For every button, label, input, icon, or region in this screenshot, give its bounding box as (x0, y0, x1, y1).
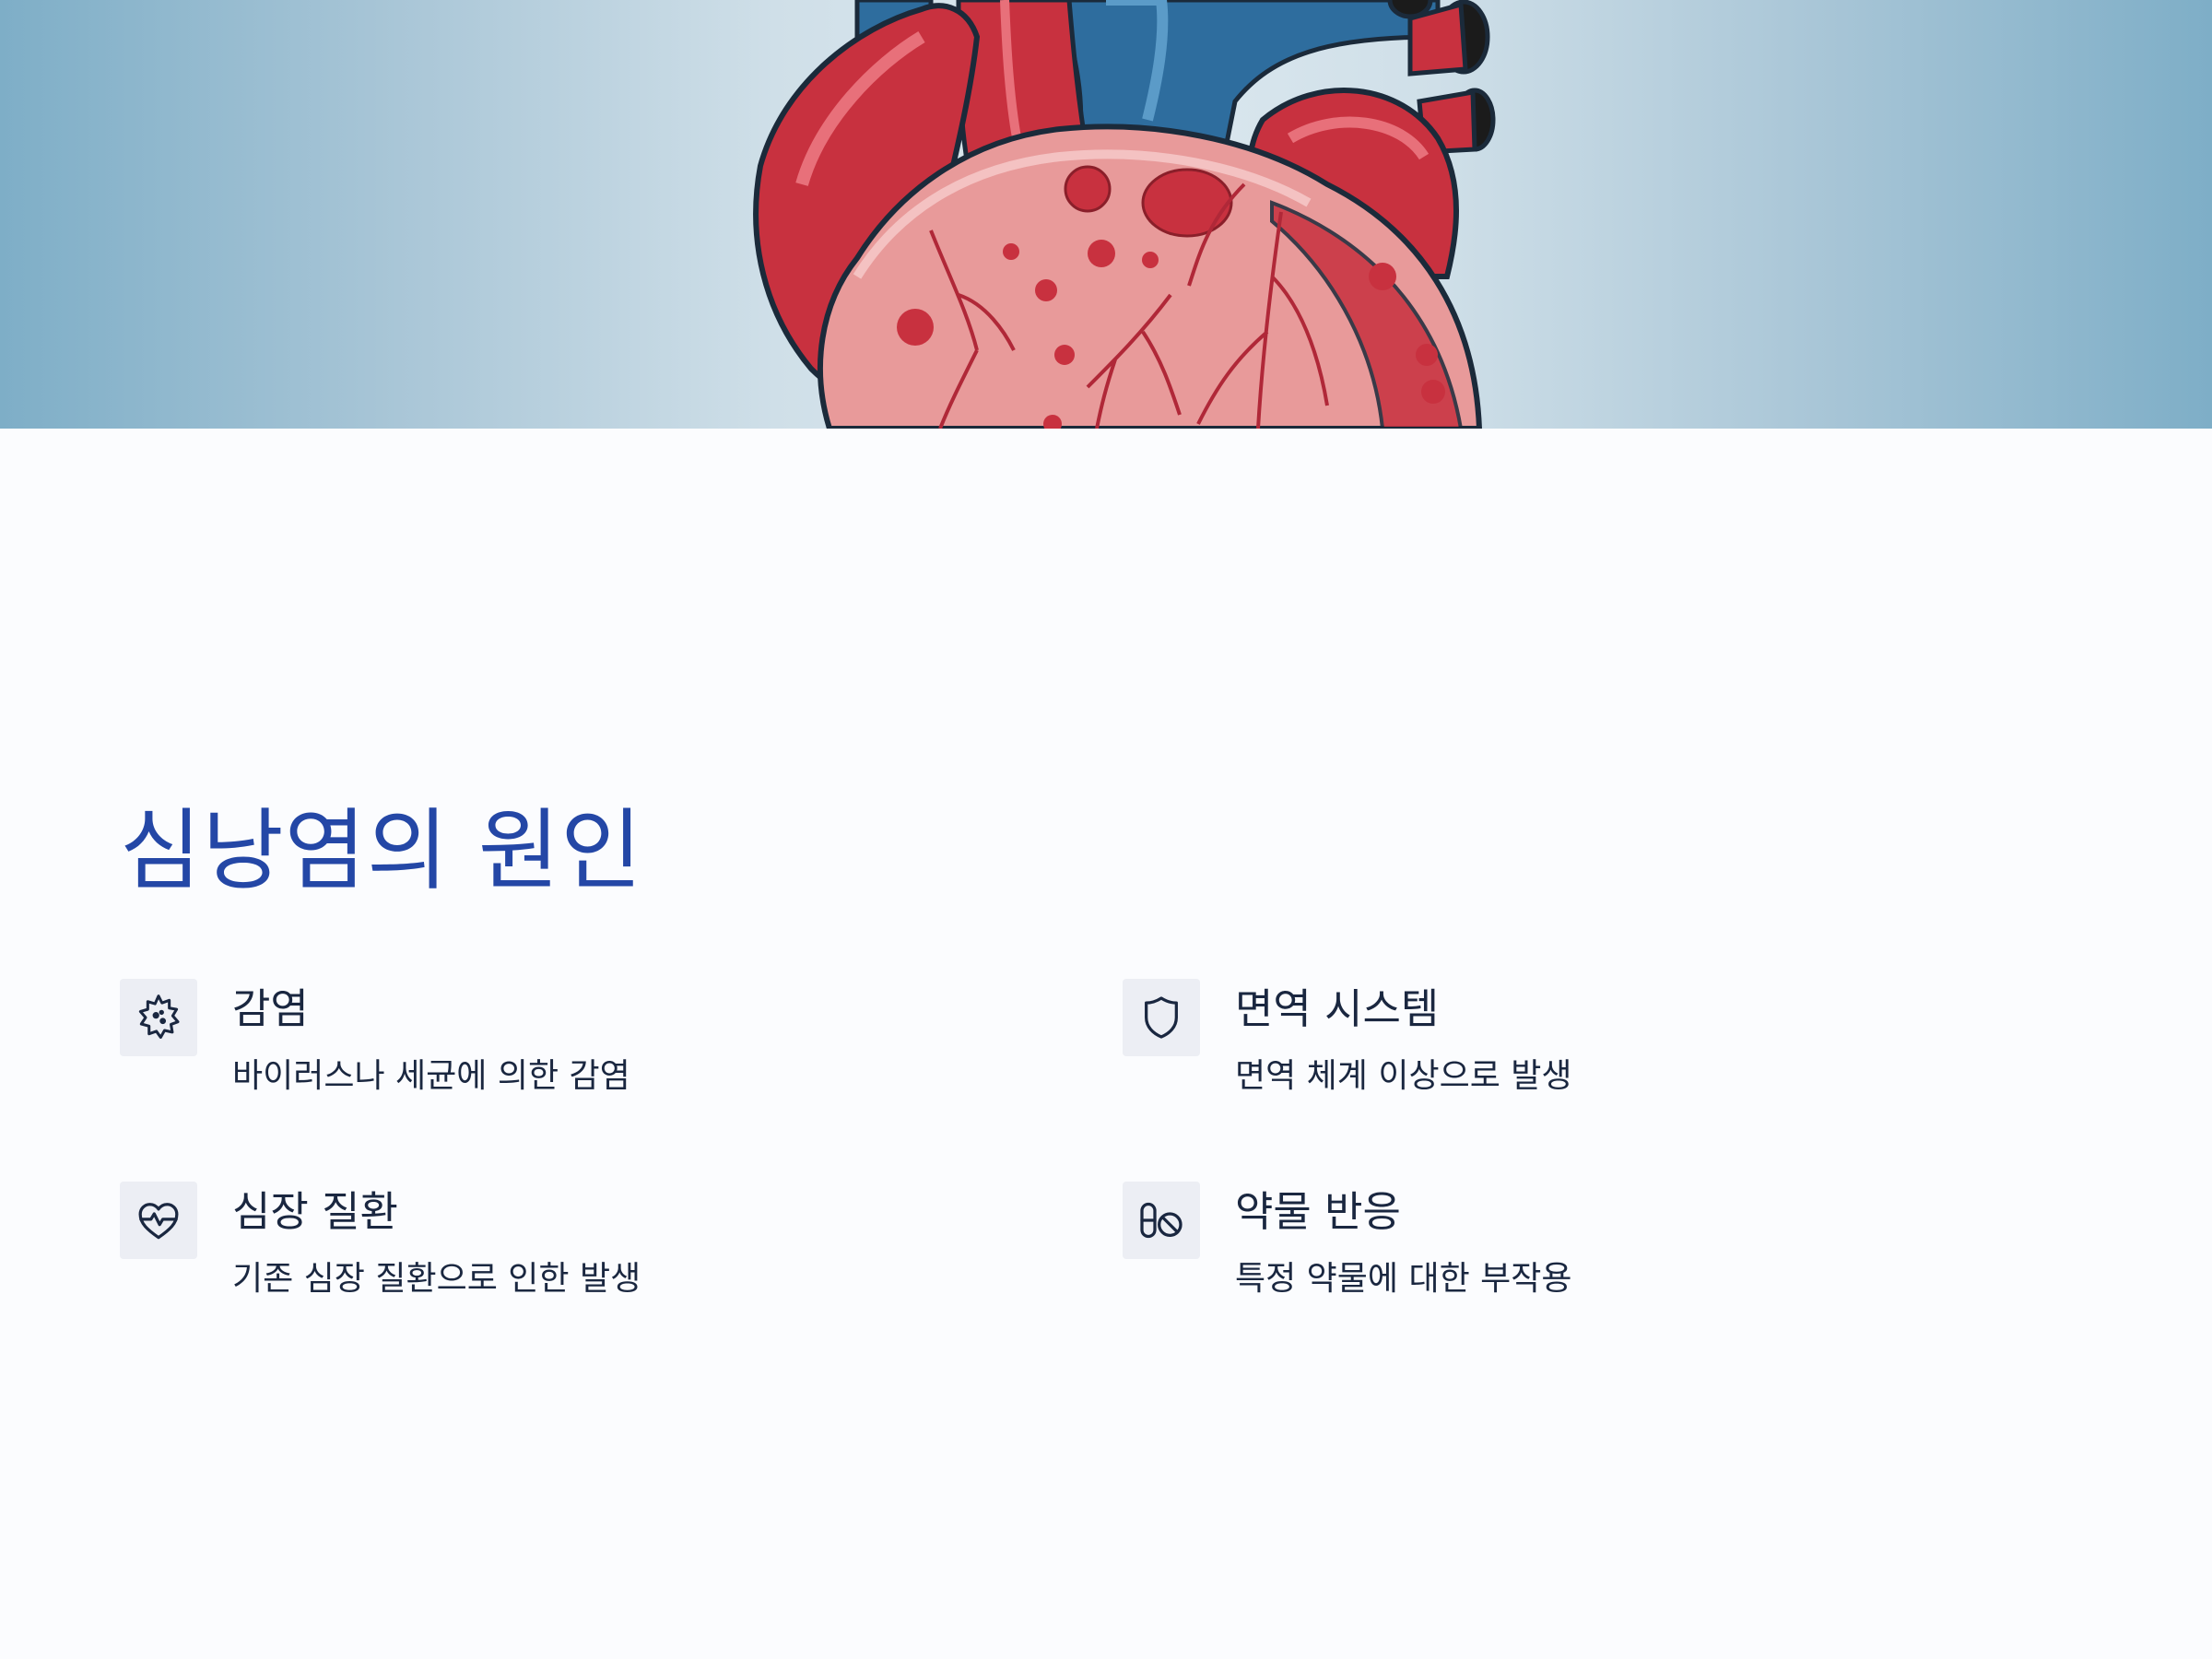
icon-box (1123, 979, 1200, 1056)
cause-item-immune-system: 면역 시스템 면역 체계 이상으로 발생 (1123, 975, 2026, 1123)
heart-pulse-icon (138, 1203, 179, 1240)
cause-title: 면역 시스템 (1235, 984, 1440, 1033)
cause-desc: 바이러스나 세균에 의한 감염 (232, 1057, 630, 1095)
cause-desc: 면역 체계 이상으로 발생 (1235, 1057, 1572, 1095)
hero-banner (0, 0, 2212, 429)
cause-item-drug-reaction: 약물 반응 특정 약물에 대한 부작용 (1123, 1178, 2026, 1325)
cause-item-heart-disease: 심장 질환 기존 심장 질환으로 인한 발생 (120, 1178, 1023, 1325)
cause-desc: 기존 심장 질환으로 인한 발생 (232, 1260, 641, 1298)
cause-item-infection: 감염 바이러스나 세균에 의한 감염 (120, 975, 1023, 1123)
heart-illustration (753, 0, 1496, 429)
pill-ban-icon (1140, 1202, 1182, 1239)
page-title: 심낭염의 원인 (120, 799, 643, 902)
icon-box (1123, 1182, 1200, 1259)
virus-icon (138, 994, 180, 1039)
cause-desc: 특정 약물에 대한 부작용 (1235, 1260, 1572, 1298)
cause-title: 심장 질환 (232, 1187, 398, 1236)
cause-title: 약물 반응 (1235, 1187, 1401, 1236)
shield-icon (1145, 996, 1178, 1039)
icon-box (120, 979, 197, 1056)
cause-title: 감염 (232, 984, 309, 1033)
icon-box (120, 1182, 197, 1259)
